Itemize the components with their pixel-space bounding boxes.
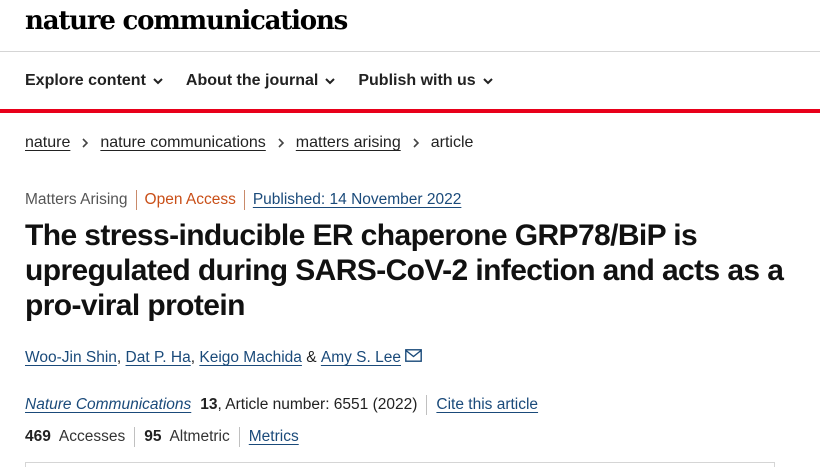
main-nav: Explore content About the journal Publis… <box>0 53 820 109</box>
metrics-link[interactable]: Metrics <box>249 428 299 446</box>
author-list: Woo-Jin Shin , Dat P. Ha , Keigo Machida… <box>25 348 422 367</box>
nav-publish-with-us[interactable]: Publish with us <box>358 72 493 90</box>
breadcrumb-nature-communications[interactable]: nature communications <box>100 134 265 152</box>
author-separator: , <box>190 349 196 366</box>
metrics-divider <box>238 427 240 447</box>
altmetric-count: 95 <box>144 428 162 445</box>
author-separator: & <box>306 349 317 366</box>
nav-explore-content[interactable]: Explore content <box>25 72 164 90</box>
metrics-divider <box>134 427 136 447</box>
chevron-down-icon <box>482 78 493 85</box>
citation-divider <box>426 395 428 415</box>
open-access-badge: Open Access <box>144 191 236 208</box>
site-header: nature communications <box>0 0 820 52</box>
nav-item-label: Explore content <box>25 72 146 89</box>
chevron-down-icon <box>325 78 336 85</box>
journal-link[interactable]: Nature Communications <box>25 396 191 414</box>
author-link[interactable]: Dat P. Ha <box>126 349 191 367</box>
citation-line: Nature Communications 13 , Article numbe… <box>25 395 538 415</box>
article-type: Matters Arising <box>25 191 128 208</box>
author-link[interactable]: Woo-Jin Shin <box>25 349 117 367</box>
content-box-edge <box>25 462 775 467</box>
volume-number: 13 <box>200 396 218 413</box>
article-metrics: 469 Accesses 95 Altmetric Metrics <box>25 427 299 447</box>
site-logo[interactable]: nature communications <box>25 6 348 36</box>
email-icon[interactable] <box>405 348 422 362</box>
article-title: The stress-inducible ER chaperone GRP78/… <box>25 219 784 322</box>
accesses-count: 469 <box>25 428 51 445</box>
chevron-down-icon <box>153 78 163 85</box>
meta-divider <box>135 190 137 210</box>
chevron-right-icon <box>278 138 284 148</box>
author-separator: , <box>116 349 122 366</box>
cite-this-article-link[interactable]: Cite this article <box>436 396 538 414</box>
nav-item-label: Publish with us <box>358 72 476 89</box>
breadcrumb-nature[interactable]: nature <box>25 134 70 152</box>
author-link[interactable]: Keigo Machida <box>199 349 302 367</box>
article-number: , Article number: 6551 (2022) <box>217 396 418 413</box>
published-date-link[interactable]: Published: 14 November 2022 <box>253 191 462 209</box>
article-meta: Matters Arising Open Access Published: 1… <box>25 190 461 210</box>
meta-divider <box>243 190 245 210</box>
nav-about-journal[interactable]: About the journal <box>186 72 336 90</box>
breadcrumb-current: article <box>430 134 474 151</box>
author-link[interactable]: Amy S. Lee <box>321 349 401 367</box>
breadcrumb-matters-arising[interactable]: matters arising <box>296 134 401 152</box>
nav-item-label: About the journal <box>185 72 319 89</box>
altmetric-label: Altmetric <box>169 428 230 445</box>
breadcrumb: nature nature communications matters ari… <box>25 134 473 152</box>
chevron-right-icon <box>413 138 419 148</box>
accesses-label: Accesses <box>58 428 126 445</box>
chevron-right-icon <box>82 138 89 148</box>
nav-accent-bar <box>0 109 820 113</box>
